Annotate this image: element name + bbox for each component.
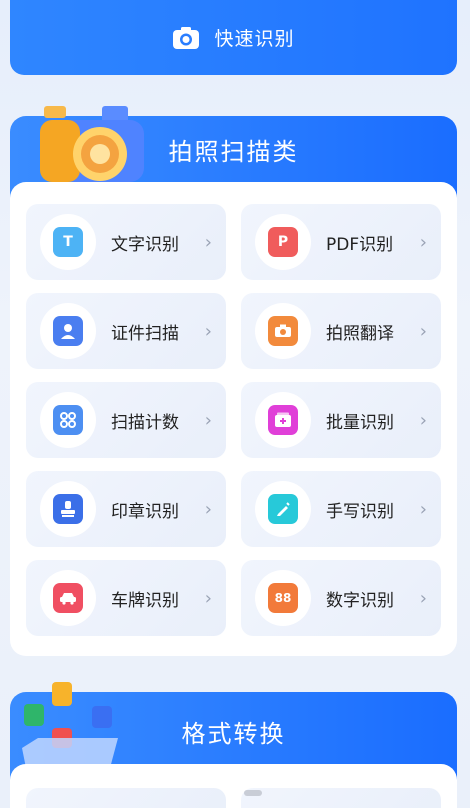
text-recognition-card[interactable]: T 文字识别 › — [26, 204, 226, 280]
license-plate-card[interactable]: 车牌识别 › — [26, 560, 226, 636]
format-card-1[interactable] — [26, 788, 226, 808]
id-card-icon — [53, 316, 83, 346]
scan-count-card[interactable]: 扫描计数 › — [26, 382, 226, 458]
license-plate-icon — [53, 583, 83, 613]
card-label: 车牌识别 — [111, 590, 179, 611]
handwriting-recognition-card[interactable]: 手写识别 › — [241, 471, 441, 547]
id-scan-card[interactable]: 证件扫描 › — [26, 293, 226, 369]
card-label: 证件扫描 — [111, 323, 179, 344]
photo-translate-icon — [268, 316, 298, 346]
photo-section-panel: T 文字识别 › P PDF识别 › 证件扫描 › 拍照翻译 › 扫描计数 › … — [10, 182, 457, 656]
chevron-right-icon: › — [204, 231, 212, 253]
card-label: 数字识别 — [326, 590, 394, 611]
pdf-recognition-card[interactable]: P PDF识别 › — [241, 204, 441, 280]
quick-recognize-button[interactable]: 快速识别 — [10, 0, 457, 75]
chevron-right-icon: › — [419, 320, 427, 342]
scroll-indicator — [244, 790, 262, 796]
quick-recognize-label: 快速识别 — [214, 28, 295, 50]
pdf-icon: P — [268, 227, 298, 257]
chevron-right-icon: › — [204, 409, 212, 431]
chevron-right-icon: › — [419, 231, 427, 253]
count-icon — [53, 405, 83, 435]
number-icon: 88 — [268, 583, 298, 613]
batch-recognition-card[interactable]: 批量识别 › — [241, 382, 441, 458]
camera-icon — [172, 26, 200, 50]
card-label: 批量识别 — [326, 412, 394, 433]
chevron-right-icon: › — [419, 409, 427, 431]
chevron-right-icon: › — [204, 587, 212, 609]
photo-translate-card[interactable]: 拍照翻译 › — [241, 293, 441, 369]
chevron-right-icon: › — [204, 498, 212, 520]
chevron-right-icon: › — [419, 498, 427, 520]
batch-icon — [268, 405, 298, 435]
card-label: 拍照翻译 — [326, 323, 394, 344]
chevron-right-icon: › — [204, 320, 212, 342]
format-section-panel — [10, 764, 457, 808]
text-scan-icon: T — [53, 227, 83, 257]
card-label: PDF识别 — [326, 234, 394, 255]
number-recognition-card[interactable]: 88 数字识别 › — [241, 560, 441, 636]
camera-illustration-icon — [30, 100, 152, 190]
seal-recognition-card[interactable]: 印章识别 › — [26, 471, 226, 547]
card-label: 手写识别 — [326, 501, 394, 522]
card-label: 印章识别 — [111, 501, 179, 522]
documents-illustration-icon — [18, 678, 128, 777]
format-card-2[interactable] — [241, 788, 441, 808]
handwriting-icon — [268, 494, 298, 524]
card-label: 扫描计数 — [111, 412, 179, 433]
card-label: 文字识别 — [111, 234, 179, 255]
chevron-right-icon: › — [419, 587, 427, 609]
seal-icon — [53, 494, 83, 524]
